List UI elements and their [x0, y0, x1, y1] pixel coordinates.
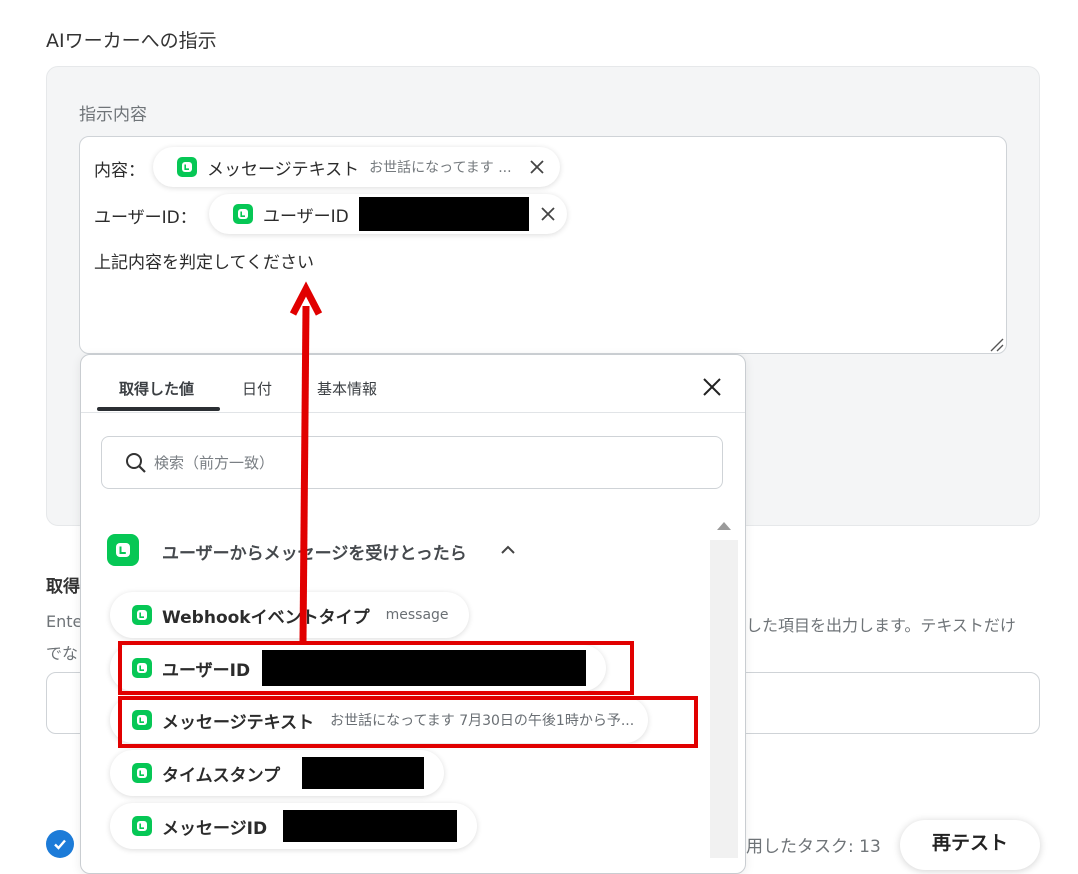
output-description-start: Ente — [46, 612, 83, 631]
search-input[interactable]: 検索（前方一致） — [101, 436, 723, 489]
active-tab-indicator — [97, 407, 220, 411]
pill-value: お世話になってます ... — [369, 160, 512, 176]
tab-acquired-values[interactable]: 取得した値 — [119, 378, 194, 399]
search-icon — [126, 452, 146, 473]
tab-date[interactable]: 日付 — [242, 378, 272, 399]
scroll-up-arrow-icon[interactable] — [714, 516, 734, 536]
line-app-icon — [132, 605, 152, 625]
remove-variable-icon[interactable] — [539, 205, 557, 223]
item-value: message — [385, 607, 449, 623]
chevron-up-icon[interactable] — [498, 540, 518, 560]
item-name: タイムスタンプ — [162, 765, 281, 786]
list-item-webhook-event-type[interactable]: Webhookイベントタイプ message — [110, 592, 469, 638]
check-circle-icon — [46, 830, 74, 858]
highlight-box-user-id — [118, 641, 634, 695]
line-app-icon — [233, 204, 253, 224]
redacted-block — [358, 197, 529, 231]
output-description-line2: でな — [46, 644, 79, 663]
section-title: AIワーカーへの指示 — [46, 30, 217, 52]
close-icon[interactable] — [701, 376, 723, 398]
user-id-label: ユーザーID： — [94, 208, 197, 228]
redacted-block — [283, 810, 458, 842]
output-description: した項目を出力します。テキストだけ — [746, 616, 1016, 635]
tab-basic-info[interactable]: 基本情報 — [317, 378, 377, 399]
line-app-icon — [177, 157, 197, 177]
list-item-message-id[interactable]: メッセージID — [110, 803, 478, 849]
pill-name: ユーザーID — [263, 206, 349, 227]
line-app-icon — [132, 816, 152, 836]
trigger-group-title[interactable]: ユーザーからメッセージを受けとったら — [162, 539, 467, 564]
item-name: Webhookイベントタイプ — [162, 607, 370, 628]
retest-button[interactable]: 再テスト — [900, 820, 1040, 870]
instruction-body-text: 上記内容を判定してください — [94, 253, 314, 273]
message-text-variable-pill[interactable]: メッセージテキスト お世話になってます ... — [153, 147, 560, 187]
resize-handle-icon[interactable] — [988, 336, 1004, 352]
content-label: 内容： — [94, 161, 145, 181]
item-name: メッセージID — [162, 818, 268, 839]
list-item-timestamp[interactable]: タイムスタンプ — [110, 750, 445, 796]
redacted-block — [302, 757, 425, 789]
remove-variable-icon[interactable] — [528, 158, 546, 176]
instruction-field-label: 指示内容 — [79, 105, 147, 125]
search-placeholder: 検索（前方一致） — [154, 454, 275, 472]
task-count-text: 用したタスク: 13 — [746, 837, 881, 857]
tab-divider — [81, 412, 745, 413]
user-id-variable-pill[interactable]: ユーザーID — [209, 194, 567, 234]
line-app-icon — [132, 763, 152, 783]
scrollbar-track[interactable] — [710, 540, 738, 858]
output-section-title: 取得 — [46, 577, 80, 597]
line-app-icon — [107, 534, 139, 566]
pill-name: メッセージテキスト — [207, 159, 360, 180]
highlight-box-message-text — [118, 696, 698, 748]
